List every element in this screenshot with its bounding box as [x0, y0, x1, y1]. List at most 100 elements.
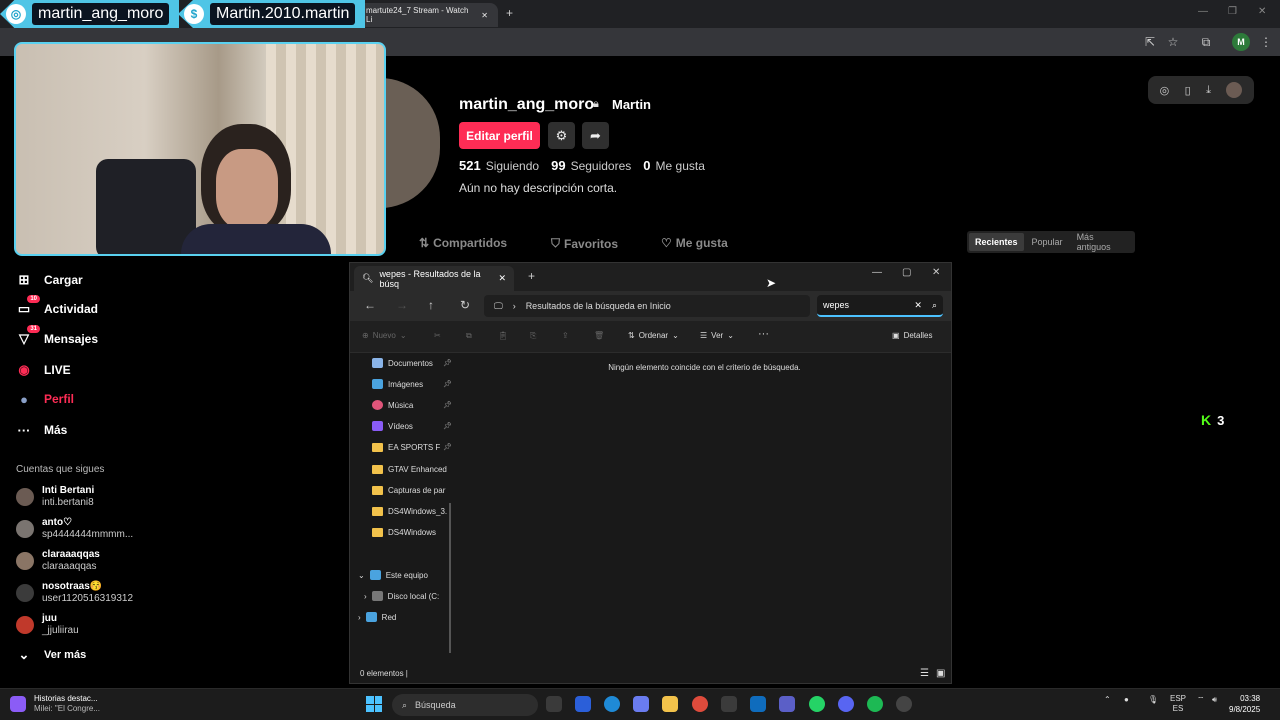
tab-compartidos[interactable]: ⇅ Compartidos [419, 236, 507, 250]
new-button[interactable]: ⊕ Nuevo ⌄ [362, 331, 407, 340]
nav-musica[interactable]: Música 📌︎ [372, 397, 452, 413]
cut-icon[interactable]: ✂ [434, 331, 441, 340]
refresh-icon[interactable]: ↻ [460, 298, 470, 312]
sidebar-item-actividad[interactable]: ▭ 10 Actividad [16, 295, 98, 319]
news-widget[interactable]: Historias destac... Milei: "El Congre... [10, 694, 100, 714]
nav-este-equipo[interactable]: ⌄ Este equipo [358, 567, 452, 583]
paste-icon[interactable]: 📋︎ [498, 331, 508, 340]
explorer-new-tab-button[interactable]: + [528, 269, 535, 283]
tray-app-icon[interactable]: ● [1124, 695, 1129, 704]
rename-icon[interactable]: ⎘ [530, 331, 536, 341]
details-button[interactable]: ▣ Detalles [892, 331, 932, 340]
followers-stat[interactable]: 99 Seguidores [551, 158, 631, 173]
close-window-button[interactable]: ✕ [1258, 6, 1266, 17]
sidebar-item-perfil[interactable]: ● Perfil [16, 389, 74, 409]
new-tab-button[interactable]: + [506, 6, 513, 20]
details-view-icon[interactable]: ☰ [920, 668, 929, 679]
language-indicator[interactable]: ESP ES [1170, 694, 1186, 714]
cast-icon[interactable]: ⇱ [1142, 34, 1158, 50]
share-icon[interactable]: ➦ [582, 122, 609, 149]
phone-icon[interactable]: ▯ [1185, 84, 1191, 97]
dropbox-icon[interactable] [575, 696, 591, 712]
tab-close-icon[interactable]: ✕ [481, 11, 488, 20]
task-view-icon[interactable] [546, 696, 562, 712]
taskbar-search[interactable]: ⌕ Búsqueda [392, 694, 538, 716]
share-icon[interactable]: ⇪ [562, 331, 569, 340]
following-account[interactable]: anto♡ sp4444444mmmm... [16, 514, 133, 544]
tray-chevron-up-icon[interactable]: ⌃ [1104, 695, 1111, 704]
nav-folder[interactable]: GTAV Enhanced [372, 461, 452, 477]
file-explorer-icon[interactable] [662, 696, 678, 712]
nav-folder[interactable]: DS4Windows_3. [372, 503, 452, 519]
sort-recientes[interactable]: Recientes [969, 233, 1024, 251]
nav-documentos[interactable]: Documentos 📌︎ [372, 355, 452, 371]
browser-tab[interactable]: martute24_7 Stream - Watch Li ✕ [356, 3, 498, 27]
maximize-button[interactable]: ❐ [1228, 6, 1237, 17]
explorer-tab[interactable]: 🔍︎ wepes - Resultados de la búsq ✕ [354, 266, 514, 291]
following-account[interactable]: juu _jjuliirau [16, 610, 79, 640]
profile-avatar[interactable] [380, 78, 440, 208]
forward-arrow-icon[interactable]: → [396, 298, 408, 312]
browser-profile-avatar[interactable]: M [1232, 33, 1250, 51]
nav-imagenes[interactable]: Imágenes 📌︎ [372, 376, 452, 392]
nav-folder[interactable]: EA SPORTS F 📌︎ [372, 439, 452, 455]
delete-icon[interactable]: 🗑︎ [594, 331, 604, 340]
edit-profile-button[interactable]: Editar perfil [459, 122, 540, 149]
taskbar-clock[interactable]: 03:38 9/8/2025 [1229, 693, 1260, 715]
discord-icon[interactable] [838, 696, 854, 712]
wifi-icon[interactable]: ⌔ [1197, 695, 1205, 705]
nav-scrollbar[interactable] [449, 503, 451, 653]
close-button[interactable]: ✕ [932, 267, 940, 278]
settings-gear-icon[interactable]: ⚙ [548, 122, 575, 149]
copy-icon[interactable]: ⧉ [466, 331, 472, 341]
following-account[interactable]: claraaaqqas claraaaqqas [16, 546, 100, 576]
volume-icon[interactable]: 🔊︎ [1212, 695, 1217, 705]
minimize-button[interactable]: — [1198, 6, 1208, 17]
following-account[interactable]: nosotraas😚 user1120516319312 [16, 578, 133, 608]
sidebar-item-cargar[interactable]: ⊞ Cargar [16, 270, 83, 290]
up-arrow-icon[interactable]: ↑ [428, 298, 434, 312]
following-account[interactable]: Inti Bertani inti.bertani8 [16, 482, 94, 512]
whatsapp-icon[interactable] [809, 696, 825, 712]
sort-popular[interactable]: Popular [1026, 233, 1069, 251]
sidebar-item-mas[interactable]: ··· Más [16, 420, 68, 440]
store-icon[interactable] [721, 696, 737, 712]
user-avatar[interactable] [1226, 82, 1243, 98]
address-bar[interactable]: 🖵 › Resultados de la búsqueda en Inicio [484, 295, 810, 317]
teams-icon[interactable] [779, 696, 795, 712]
chrome-icon[interactable] [692, 696, 708, 712]
chevron-down-icon[interactable]: ⌄ [358, 571, 365, 580]
sort-mas-antiguos[interactable]: Más antiguos [1071, 228, 1133, 256]
chevron-right-icon[interactable]: › [358, 613, 361, 622]
view-button[interactable]: ☰ Ver ⌄ [700, 331, 734, 340]
copilot-icon[interactable] [633, 696, 649, 712]
nav-folder[interactable]: Capturas de par [372, 482, 452, 498]
spotify-icon[interactable] [867, 696, 883, 712]
nav-red[interactable]: › Red [358, 609, 452, 625]
tab-close-icon[interactable]: ✕ [498, 273, 506, 284]
sidebar-item-live[interactable]: ◉ LIVE [16, 360, 70, 380]
compass-icon[interactable]: ◎ [1160, 84, 1170, 97]
tab-favoritos[interactable]: ⛉ Favoritos [551, 236, 618, 251]
following-stat[interactable]: 521 Siguiendo [459, 158, 539, 173]
outlook-icon[interactable] [750, 696, 766, 712]
chevron-right-icon[interactable]: › [364, 592, 367, 601]
tiles-view-icon[interactable]: ▣ [936, 668, 945, 679]
back-arrow-icon[interactable]: ← [364, 298, 376, 312]
start-windows-icon[interactable] [366, 696, 382, 712]
sort-button[interactable]: ⇅ Ordenar ⌄ [628, 331, 679, 340]
nav-videos[interactable]: Vídeos 📌︎ [372, 418, 452, 434]
bookmark-star-icon[interactable]: ☆ [1165, 34, 1181, 50]
edge-icon[interactable] [604, 696, 620, 712]
tab-me-gusta[interactable]: ♡ Me gusta [661, 236, 728, 250]
clear-icon[interactable]: ✕ [914, 300, 922, 311]
search-icon[interactable]: ⌕ [932, 300, 937, 311]
minimize-button[interactable]: — [872, 267, 882, 278]
extensions-icon[interactable]: ⧉ [1198, 34, 1214, 50]
browser-menu-icon[interactable]: ⋮ [1258, 34, 1274, 50]
sidebar-item-mensajes[interactable]: ▽ 31 Mensajes [16, 325, 98, 349]
nav-disco-local[interactable]: › Disco local (C: [364, 588, 452, 604]
steam-icon[interactable] [896, 696, 912, 712]
nav-folder[interactable]: DS4Windows [372, 524, 452, 540]
search-input[interactable]: wepes ✕ ⌕ [817, 295, 943, 317]
